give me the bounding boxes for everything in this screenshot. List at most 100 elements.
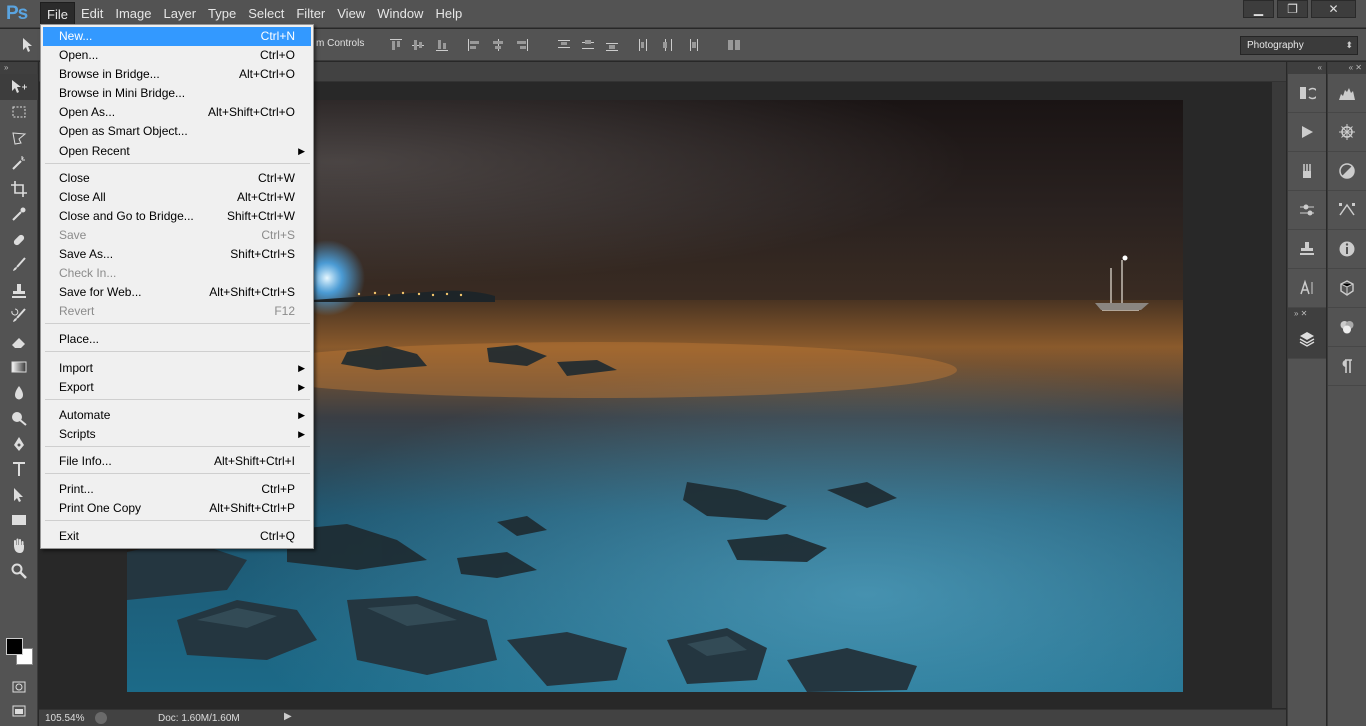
menu-item-scripts[interactable]: Scripts ▶	[43, 425, 311, 444]
chevron-right-icon[interactable]: ▶	[284, 711, 292, 722]
menu-item-exit[interactable]: Exit Ctrl+Q	[43, 527, 311, 546]
menu-item-print[interactable]: Print... Ctrl+P	[43, 480, 311, 499]
quick-mask-icon[interactable]	[0, 674, 38, 700]
rectangle-icon[interactable]	[0, 508, 38, 534]
menu-item-place[interactable]: Place...	[43, 330, 311, 349]
clone-stamp-icon[interactable]	[0, 278, 38, 304]
menu-item-label: Open Recent	[59, 144, 130, 158]
paths-icon[interactable]	[1328, 191, 1366, 230]
brush-icon[interactable]	[0, 253, 38, 279]
menu-item-export[interactable]: Export ▶	[43, 378, 311, 397]
marquee-icon[interactable]	[0, 100, 38, 126]
menu-item-label: Automate	[59, 408, 111, 422]
menu-item-open-recent[interactable]: Open Recent ▶	[43, 142, 311, 161]
menu-item-open[interactable]: Open... Ctrl+O	[43, 46, 311, 65]
adjustments-icon[interactable]	[1328, 152, 1366, 191]
distribute-top-icon[interactable]	[556, 37, 572, 53]
collapse-icon[interactable]: »	[0, 62, 37, 74]
vertical-scrollbar[interactable]	[1272, 82, 1286, 708]
align-hcenter-icon[interactable]	[490, 37, 506, 53]
menu-item-shortcut: Alt+Shift+Ctrl+I	[213, 454, 295, 468]
layers-icon[interactable]	[1288, 320, 1326, 359]
history-icon[interactable]	[1288, 74, 1326, 113]
align-right-icon[interactable]	[514, 37, 530, 53]
distribute-hcenter-icon[interactable]	[660, 37, 676, 53]
channels-icon[interactable]	[1328, 308, 1366, 347]
eyedropper-icon[interactable]	[0, 202, 38, 228]
clone-source-icon[interactable]	[1288, 230, 1326, 269]
move-tool-preset-icon[interactable]	[20, 35, 40, 55]
collapse-icon[interactable]: «	[1288, 62, 1326, 74]
menu-item-close-all[interactable]: Close All Alt+Ctrl+W	[43, 188, 311, 207]
menu-view[interactable]: View	[331, 0, 371, 28]
info-panel-icon[interactable]	[1328, 230, 1366, 269]
menu-file[interactable]: File	[40, 2, 75, 26]
menu-separator	[45, 351, 310, 352]
healing-brush-icon[interactable]	[0, 227, 38, 253]
menu-item-new[interactable]: New... Ctrl+N	[43, 27, 311, 46]
menu-window[interactable]: Window	[371, 0, 429, 28]
brush-settings-icon[interactable]	[1288, 191, 1326, 230]
blur-icon[interactable]	[0, 380, 38, 406]
foreground-color-swatch[interactable]	[6, 638, 23, 655]
align-bottom-icon[interactable]	[434, 37, 450, 53]
collapse-close-bar[interactable]: » ✕	[1288, 308, 1326, 320]
submenu-arrow-icon: ▶	[298, 382, 305, 392]
character-icon[interactable]	[1288, 269, 1326, 308]
workspace-label: Photography	[1247, 40, 1304, 51]
hand-icon[interactable]	[0, 533, 38, 559]
restore-icon[interactable]: ❐	[1277, 0, 1308, 18]
history-brush-icon[interactable]	[0, 304, 38, 330]
distribute-right-icon[interactable]	[684, 37, 700, 53]
3d-icon[interactable]	[1328, 269, 1366, 308]
menu-item-open-as[interactable]: Open As... Alt+Shift+Ctrl+O	[43, 103, 311, 122]
gradient-icon[interactable]	[0, 355, 38, 381]
align-vcenter-icon[interactable]	[410, 37, 426, 53]
distribute-bottom-icon[interactable]	[604, 37, 620, 53]
menu-item-automate[interactable]: Automate ▶	[43, 406, 311, 425]
align-left-icon[interactable]	[466, 37, 482, 53]
menu-item-save-as[interactable]: Save As... Shift+Ctrl+S	[43, 245, 311, 264]
type-icon[interactable]	[0, 457, 38, 483]
menu-item-print-one-copy[interactable]: Print One Copy Alt+Shift+Ctrl+P	[43, 499, 311, 518]
eraser-icon[interactable]	[0, 329, 38, 355]
crop-icon[interactable]	[0, 176, 38, 202]
align-top-icon[interactable]	[388, 37, 404, 53]
menu-help[interactable]: Help	[429, 0, 468, 28]
menu-item-close-and-go-to-bridge[interactable]: Close and Go to Bridge... Shift+Ctrl+W	[43, 207, 311, 226]
screen-mode-icon[interactable]	[0, 698, 38, 724]
menu-item-label: Open As...	[59, 105, 116, 119]
navigator-icon[interactable]	[1328, 113, 1366, 152]
file-menu-dropdown: New... Ctrl+N Open... Ctrl+O Browse in Bri…	[40, 24, 314, 549]
actions-play-icon[interactable]	[1288, 113, 1326, 152]
menu-item-import[interactable]: Import ▶	[43, 359, 311, 378]
paragraph-icon[interactable]	[1328, 347, 1366, 386]
zoom-icon[interactable]	[0, 559, 38, 585]
path-selection-icon[interactable]	[0, 482, 38, 508]
menu-item-label: File Info...	[59, 454, 112, 468]
move-icon[interactable]	[0, 74, 38, 100]
dodge-icon[interactable]	[0, 406, 38, 432]
menu-item-browse-in-mini-bridge[interactable]: Browse in Mini Bridge...	[43, 84, 311, 103]
info-icon[interactable]	[95, 712, 107, 724]
panel-dock-left: « » ✕	[1287, 62, 1326, 726]
workspace-switcher[interactable]: Photography ⬍	[1240, 36, 1358, 55]
lasso-icon[interactable]	[0, 125, 38, 151]
minimize-icon[interactable]: ▁	[1243, 0, 1274, 18]
collapse-icon[interactable]: « ✕	[1328, 62, 1366, 74]
menu-item-save-for-web[interactable]: Save for Web... Alt+Shift+Ctrl+S	[43, 283, 311, 302]
close-icon[interactable]: ✕	[1311, 0, 1356, 18]
distribute-left-icon[interactable]	[636, 37, 652, 53]
histogram-icon[interactable]	[1328, 74, 1366, 113]
menu-item-file-info[interactable]: File Info... Alt+Shift+Ctrl+I	[43, 452, 311, 471]
pen-icon[interactable]	[0, 431, 38, 457]
distribute-vcenter-icon[interactable]	[580, 37, 596, 53]
menu-item-open-as-smart-object[interactable]: Open as Smart Object...	[43, 122, 311, 141]
zoom-level[interactable]: 105.54%	[45, 713, 84, 724]
brush-presets-icon[interactable]	[1288, 152, 1326, 191]
auto-align-icon[interactable]	[726, 37, 742, 53]
color-swatches[interactable]	[6, 638, 34, 666]
menu-item-close[interactable]: Close Ctrl+W	[43, 169, 311, 188]
menu-item-browse-in-bridge[interactable]: Browse in Bridge... Alt+Ctrl+O	[43, 65, 311, 84]
magic-wand-icon[interactable]	[0, 151, 38, 177]
